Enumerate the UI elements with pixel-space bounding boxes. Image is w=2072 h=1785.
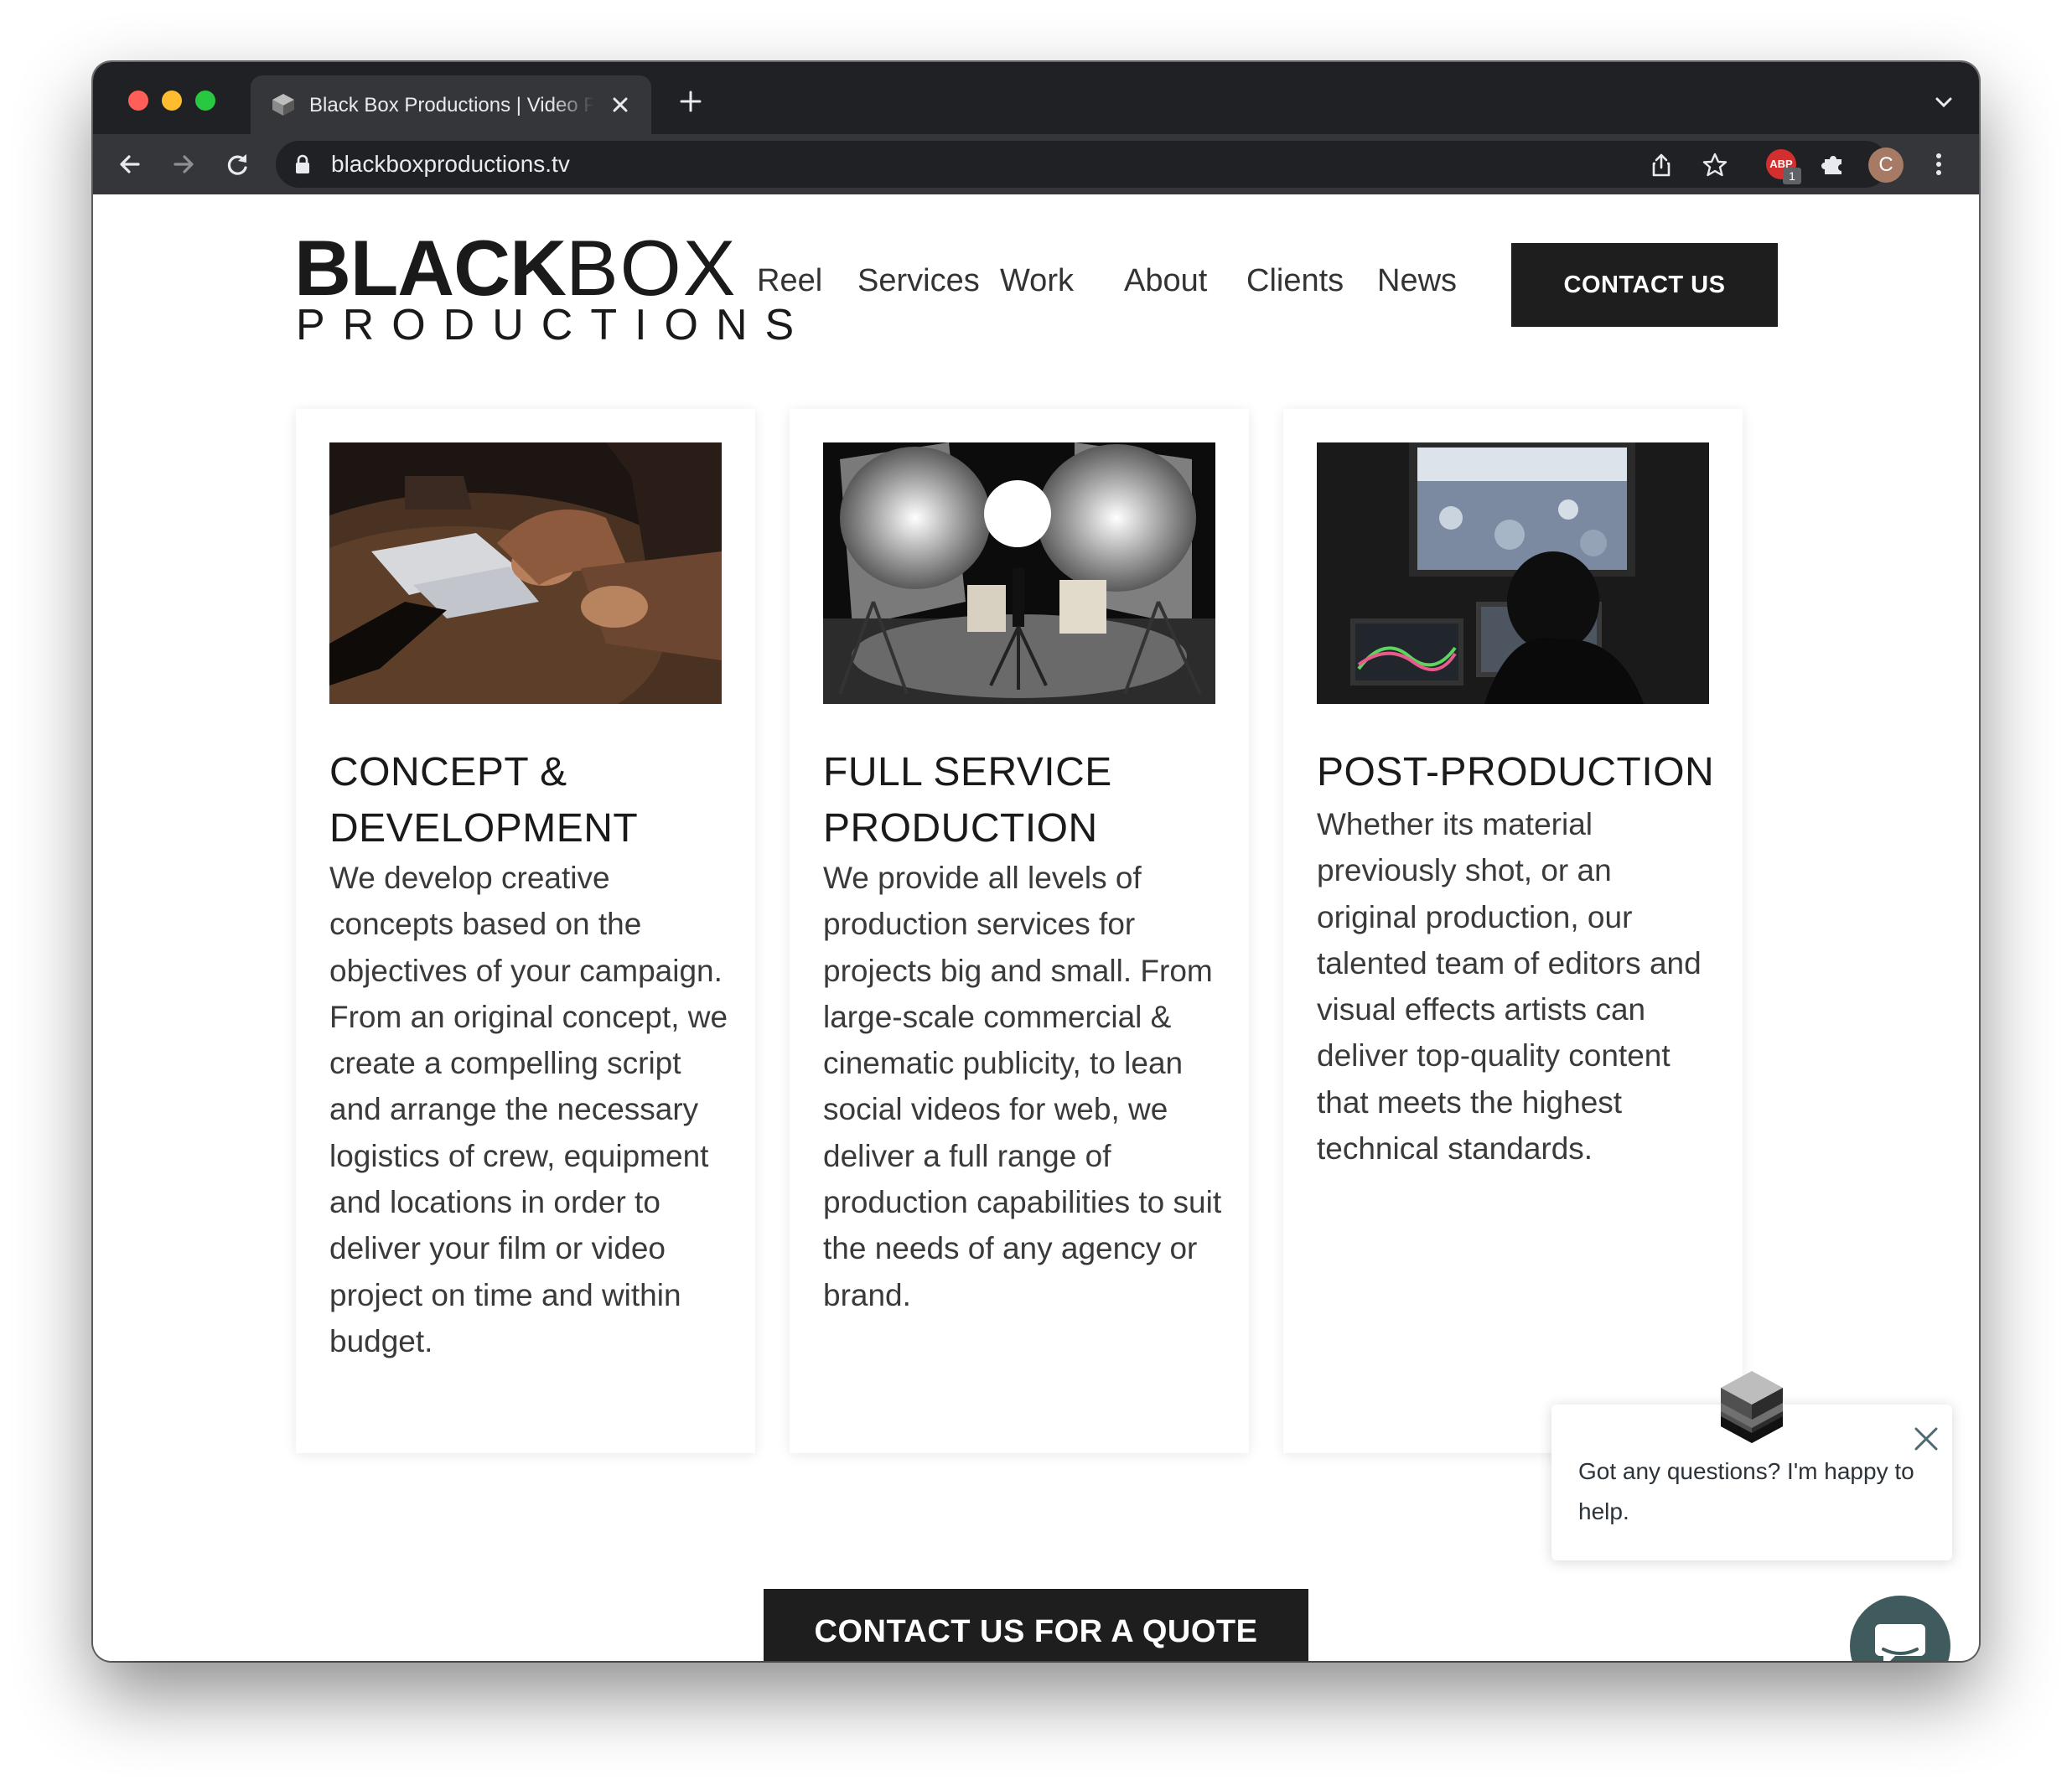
tab-bar: Black Box Productions | Video Production [93, 62, 1979, 134]
close-tab-icon[interactable] [609, 94, 631, 116]
chevron-down-icon[interactable] [1934, 92, 1954, 112]
card-description: We provide all levels of production serv… [823, 861, 1222, 1312]
card-title: CONCEPT & DEVELOPMENT [329, 750, 639, 851]
nav-link-work[interactable]: Work [1000, 260, 1074, 302]
logo-bold-text: BLACK [294, 224, 567, 312]
extension-count-badge: 1 [1783, 168, 1801, 184]
contact-quote-button[interactable]: CONTACT US FOR A QUOTE [764, 1589, 1308, 1661]
profile-avatar[interactable]: C [1868, 147, 1904, 183]
back-arrow-icon[interactable] [115, 149, 145, 179]
address-bar[interactable]: blackboxproductions.tv [276, 141, 1888, 188]
forward-arrow-icon[interactable] [168, 149, 199, 179]
minimize-window-button[interactable] [162, 91, 182, 111]
service-card-production: FULL SERVICE PRODUCTION We provide all l… [790, 409, 1249, 1453]
nav-link-reel[interactable]: Reel [757, 260, 822, 302]
editing-suite-photo [1317, 442, 1709, 704]
reload-icon[interactable] [222, 149, 252, 179]
card-title: FULL SERVICE PRODUCTION [823, 750, 1112, 851]
maximize-window-button[interactable] [195, 91, 215, 111]
share-icon[interactable] [1647, 151, 1676, 179]
logo-light-text: BOX [565, 224, 738, 312]
service-card-concept: CONCEPT & DEVELOPMENT We develop creativ… [296, 409, 755, 1453]
nav-link-about[interactable]: About [1124, 260, 1207, 302]
active-tab[interactable]: Black Box Productions | Video Production [251, 75, 651, 134]
nav-link-services[interactable]: Services [857, 260, 980, 302]
cube-avatar-icon [1721, 1371, 1783, 1443]
service-card-post-production: POST-PRODUCTION Whether its material pre… [1283, 409, 1743, 1453]
more-menu-icon[interactable] [1924, 149, 1954, 179]
new-tab-plus-icon[interactable] [678, 89, 703, 114]
page-viewport: BLACKBOX PRODUCTIONS Reel Services Work … [93, 194, 1979, 1661]
close-icon[interactable] [1912, 1425, 1940, 1453]
nav-link-news[interactable]: News [1377, 260, 1457, 302]
card-title: POST-PRODUCTION [1317, 750, 1715, 794]
browser-window: Black Box Productions | Video Production [93, 62, 1979, 1661]
studio-lighting-photo [823, 442, 1215, 704]
url-text: blackboxproductions.tv [331, 151, 570, 177]
blackbox-logo[interactable]: BLACKBOX PRODUCTIONS [294, 226, 794, 350]
star-bookmark-icon[interactable] [1701, 151, 1729, 179]
browser-toolbar: blackboxproductions.tv ABP 1 C [93, 134, 1979, 194]
logo-subtitle: PRODUCTIONS [296, 301, 812, 349]
lock-icon [296, 154, 309, 173]
chat-message: Got any questions? I'm happy to help. [1578, 1458, 1914, 1524]
puzzle-extensions-icon[interactable] [1818, 149, 1848, 179]
logo-wordmark: BLACKBOX [294, 226, 737, 310]
meeting-photo [329, 442, 722, 704]
contact-us-button[interactable]: CONTACT US [1511, 243, 1778, 327]
card-description: We develop creative concepts based on th… [329, 861, 728, 1358]
tab-title: Black Box Productions | Video Production [309, 94, 594, 116]
nav-link-clients[interactable]: Clients [1246, 260, 1344, 302]
cube-favicon-icon [272, 94, 294, 116]
chat-bubble-icon [1875, 1624, 1925, 1661]
card-description: Whether its material previously shot, or… [1317, 807, 1702, 1167]
close-window-button[interactable] [128, 91, 148, 111]
chat-launcher-button[interactable] [1850, 1596, 1950, 1661]
